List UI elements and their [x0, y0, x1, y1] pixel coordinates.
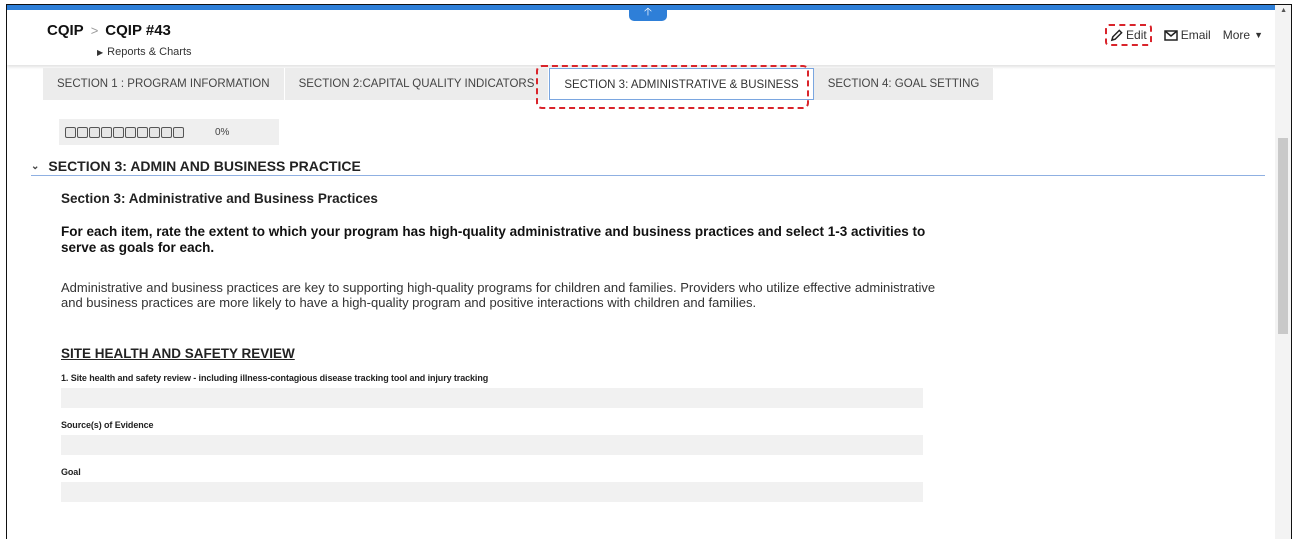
section-content: Section 3: Administrative and Business P… [61, 191, 941, 502]
field-label: 1. Site health and safety review - inclu… [61, 373, 489, 383]
edit-button[interactable]: Edit [1105, 24, 1152, 46]
progress-segment [89, 126, 100, 138]
tab-section-4[interactable]: SECTION 4: GOAL SETTING [814, 68, 995, 100]
tab-section-2[interactable]: SECTION 2:CAPITAL QUALITY INDICATORS [285, 68, 550, 100]
tab-section-3[interactable]: SECTION 3: ADMINISTRATIVE & BUSINESS [549, 68, 814, 100]
caret-down-icon: ▼ [1254, 30, 1263, 40]
app-window: CQIP > CQIP #43 ▶ Reports & Charts Edit [6, 4, 1292, 539]
field-label: Goal [61, 467, 81, 477]
scroll-up-icon[interactable]: ▲ [1280, 7, 1287, 14]
progress-segment [77, 126, 88, 138]
goal-input[interactable] [61, 482, 923, 502]
progress-segment [149, 126, 160, 138]
email-button[interactable]: Email [1163, 28, 1211, 42]
field-label: Source(s) of Evidence [61, 420, 154, 430]
edit-label: Edit [1126, 28, 1147, 42]
progress-percent: 0% [215, 126, 230, 138]
progress-segment [101, 126, 112, 138]
reports-charts-link[interactable]: ▶ Reports & Charts [97, 46, 192, 58]
field-health-safety-review: 1. Site health and safety review - inclu… [61, 373, 941, 408]
breadcrumb: CQIP > CQIP #43 [47, 22, 171, 39]
more-label: More [1222, 28, 1251, 42]
progress-segment [137, 126, 148, 138]
arrow-up-icon: 🡡 [644, 6, 652, 18]
pencil-icon [1110, 28, 1123, 41]
scroll-thumb[interactable] [1278, 138, 1288, 334]
reports-charts-label: Reports & Charts [107, 46, 192, 58]
progress-indicator: 0% [59, 119, 279, 145]
section-tabs: SECTION 1 : PROGRAM INFORMATION SECTION … [43, 68, 995, 100]
section-description: Administrative and business practices ar… [61, 280, 936, 310]
breadcrumb-separator: > [90, 23, 99, 38]
more-button[interactable]: More ▼ [1223, 28, 1263, 42]
section-title: SECTION 3: ADMIN AND BUSINESS PRACTICE [48, 158, 361, 174]
breadcrumb-root[interactable]: CQIP [47, 22, 84, 39]
collapse-header-button[interactable]: 🡡 [629, 5, 667, 21]
field-goal: Goal [61, 467, 941, 502]
envelope-icon [1163, 29, 1178, 41]
progress-segment [113, 126, 124, 138]
progress-segment [125, 126, 136, 138]
section-subtitle: Section 3: Administrative and Business P… [61, 191, 378, 206]
chevron-down-icon: ⌄ [31, 160, 40, 172]
progress-segment [65, 126, 76, 138]
record-actions: Edit Email More ▼ [1105, 24, 1263, 46]
tab-section-1[interactable]: SECTION 1 : PROGRAM INFORMATION [43, 68, 285, 100]
progress-segment [161, 126, 172, 138]
field-sources-of-evidence: Source(s) of Evidence [61, 420, 941, 455]
vertical-scrollbar[interactable]: ▲ [1275, 5, 1291, 539]
group-title: SITE HEALTH AND SAFETY REVIEW [61, 346, 295, 361]
progress-segment [173, 126, 184, 138]
section-instructions: For each item, rate the extent to which … [61, 224, 926, 255]
section-toggle[interactable]: ⌄ SECTION 3: ADMIN AND BUSINESS PRACTICE [31, 157, 1265, 176]
progress-segments [65, 126, 185, 138]
sources-of-evidence-input[interactable] [61, 435, 923, 455]
health-safety-review-input[interactable] [61, 388, 923, 408]
record-title: CQIP #43 [105, 22, 171, 39]
caret-right-icon: ▶ [97, 47, 104, 57]
email-label: Email [1180, 28, 1211, 42]
